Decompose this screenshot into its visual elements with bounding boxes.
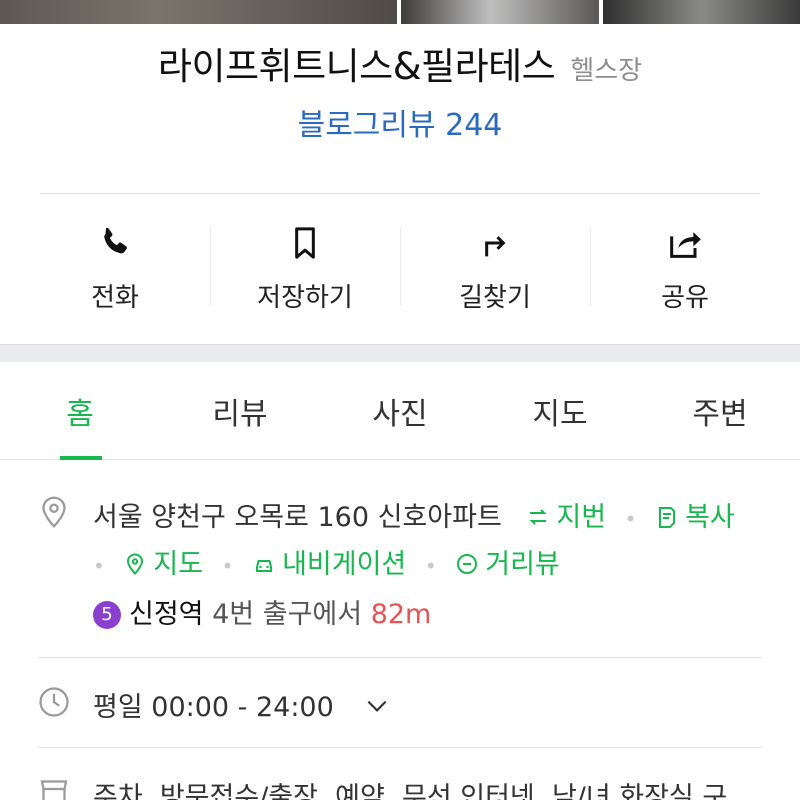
tab-nearby[interactable]: 주변 xyxy=(640,362,800,459)
tab-photos[interactable]: 사진 xyxy=(320,362,480,459)
copy-icon xyxy=(659,507,676,528)
save-button[interactable]: 저장하기 xyxy=(210,195,400,341)
subway-distance: 82m xyxy=(370,599,432,630)
subway-line-badge: 5 xyxy=(93,601,121,629)
place-photo[interactable] xyxy=(0,0,397,24)
call-label: 전화 xyxy=(91,282,139,313)
call-button[interactable]: 전화 xyxy=(20,195,210,341)
separator-dot: • xyxy=(624,506,637,531)
street-view-label: 거리뷰 xyxy=(485,549,560,580)
share-button[interactable]: 공유 xyxy=(590,195,780,341)
share-label: 공유 xyxy=(661,282,709,313)
clock-icon xyxy=(39,687,69,717)
action-bar: 전화 저장하기 길찾기 공유 xyxy=(20,195,780,341)
phone-icon xyxy=(104,227,127,253)
business-hours[interactable]: 평일 00:00 - 24:00 xyxy=(93,685,390,724)
navigation-label: 내비게이션 xyxy=(282,549,407,580)
tab-map[interactable]: 지도 xyxy=(480,362,640,459)
blog-review-link[interactable]: 블로그리뷰 244 xyxy=(0,100,800,144)
address-text: 서울 양천구 오목로 160 신호아파트 xyxy=(93,502,502,533)
subway-exit: 4번 출구에서 xyxy=(212,599,363,630)
divider xyxy=(38,657,762,658)
lot-address-link[interactable]: 지번 xyxy=(526,502,614,533)
photo-strip[interactable] xyxy=(0,0,800,24)
save-label: 저장하기 xyxy=(257,282,353,313)
copy-label: 복사 xyxy=(685,502,735,533)
map-link[interactable]: 지도 xyxy=(123,549,211,580)
store-icon xyxy=(40,780,68,800)
tab-bar: 홈 리뷰 사진 지도 주변 xyxy=(0,362,800,460)
section-separator xyxy=(0,344,800,362)
place-photo[interactable] xyxy=(602,0,800,24)
map-link-label: 지도 xyxy=(153,549,204,580)
tab-home[interactable]: 홈 xyxy=(0,362,160,460)
street-view-icon xyxy=(457,554,478,574)
bookmark-icon xyxy=(295,226,315,259)
chevron-down-icon[interactable] xyxy=(364,693,390,719)
hours-text: 평일 00:00 - 24:00 xyxy=(93,692,334,723)
navigation-link[interactable]: 내비게이션 xyxy=(252,549,415,580)
copy-address-link[interactable]: 복사 xyxy=(655,502,735,533)
divider xyxy=(40,193,760,194)
separator-dot: • xyxy=(93,553,105,578)
map-pin-icon xyxy=(127,553,144,575)
divider xyxy=(38,747,762,748)
subway-line: 5 신정역 4번 출구에서 82m xyxy=(93,592,431,631)
share-icon xyxy=(670,231,701,258)
amenities-text: 주차, 방문접수/출장, 예약, 무선 인터넷, 남/녀 화장실 구 xyxy=(93,782,728,800)
directions-label: 길찾기 xyxy=(459,282,531,313)
directions-icon xyxy=(485,235,506,256)
street-view-link[interactable]: 거리뷰 xyxy=(455,549,560,580)
address-line: 서울 양천구 오목로 160 신호아파트 지번 • 복사 xyxy=(93,495,735,534)
swap-icon xyxy=(529,509,547,525)
separator-dot: • xyxy=(221,553,234,578)
place-category: 헬스장 xyxy=(570,56,643,86)
location-pin-icon xyxy=(42,496,66,528)
place-photo[interactable] xyxy=(401,0,599,24)
tab-reviews[interactable]: 리뷰 xyxy=(160,362,320,459)
separator-dot: • xyxy=(424,553,437,578)
place-title-line: 라이프휘트니스&필라테스 헬스장 xyxy=(0,36,800,90)
subway-station: 신정역 xyxy=(129,599,204,630)
directions-button[interactable]: 길찾기 xyxy=(400,195,590,341)
lot-address-label: 지번 xyxy=(556,502,607,533)
car-icon xyxy=(256,560,273,572)
address-links-line: • 지도 • 내비게이션 • 거리뷰 xyxy=(93,542,560,581)
place-name: 라이프휘트니스&필라테스 xyxy=(157,45,556,88)
